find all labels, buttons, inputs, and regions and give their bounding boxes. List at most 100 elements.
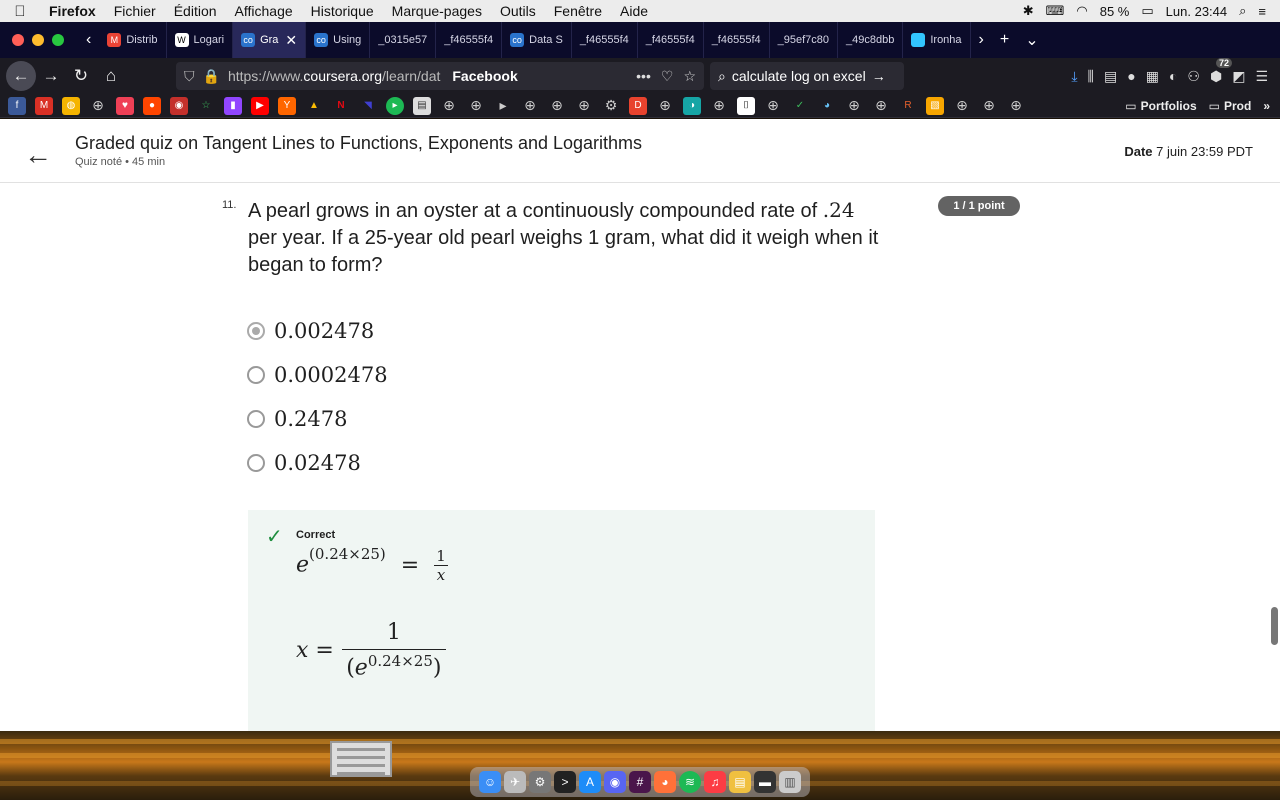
bookmark-star-green-icon[interactable]: ☆	[197, 97, 215, 115]
app-store-icon[interactable]: A	[579, 771, 601, 793]
bookmark-globe-icon[interactable]: ⊕	[467, 97, 485, 115]
ublock-icon[interactable]: ⬢ 72	[1210, 57, 1232, 85]
lock-icon[interactable]: 🔒	[203, 68, 220, 85]
browser-tab[interactable]: _95ef7c80	[770, 22, 839, 58]
bookmark-r-icon[interactable]: R	[899, 97, 917, 115]
system-preferences-icon[interactable]: ⚙	[529, 771, 551, 793]
bookmark-folder-portfolios[interactable]: ▭ Portfolios	[1125, 99, 1196, 113]
bookmark-globe-icon[interactable]: ⊕	[548, 97, 566, 115]
preview-icon[interactable]: ▤	[729, 771, 751, 793]
answer-option[interactable]: 0.02478	[247, 451, 361, 475]
keyboard-icon[interactable]: ⌨	[1046, 3, 1065, 19]
search-input[interactable]: calculate log on excel	[732, 68, 866, 84]
bookmark-teal-icon[interactable]: ◑	[683, 96, 701, 115]
bookmark-star-icon[interactable]: ☆	[683, 68, 696, 85]
minimized-window-thumbnail[interactable]	[330, 741, 392, 777]
menu-hamburger-icon[interactable]: ☰	[1255, 68, 1268, 85]
bookmark-gmail-icon[interactable]: M	[35, 96, 53, 115]
menu-edition[interactable]: Édition	[165, 3, 226, 19]
bookmark-leaf-icon[interactable]: ✓	[791, 97, 809, 115]
new-tab-button[interactable]: +	[992, 31, 1017, 49]
quiz-back-arrow-icon[interactable]: ←	[24, 139, 52, 171]
forward-button[interactable]: →	[36, 61, 66, 91]
menu-aide[interactable]: Aide	[611, 3, 657, 19]
extension-glasses-icon[interactable]: ⚇	[1187, 68, 1200, 85]
bookmark-facebook-icon[interactable]: f	[8, 96, 26, 115]
url-text[interactable]: https://www.coursera.org/learn/dat	[228, 68, 440, 84]
bookmark-bracket-icon[interactable]: ⌷	[737, 96, 755, 115]
extension-audio-icon[interactable]: ◐	[1169, 68, 1177, 84]
close-tab-icon[interactable]: ✕	[285, 32, 297, 49]
bookmark-youtube-icon[interactable]: ▶	[251, 96, 269, 115]
bookmark-doc-icon[interactable]: ▤	[413, 96, 431, 115]
tab-scroll-left-icon[interactable]: ‹	[78, 31, 99, 49]
search-bar[interactable]: ⌕ calculate log on excel →	[710, 62, 904, 90]
notification-center-icon[interactable]: ≡	[1258, 4, 1266, 19]
music-icon[interactable]: ♫	[704, 771, 726, 793]
browser-tab[interactable]: _f46555f4	[638, 22, 704, 58]
spotlight-search-icon[interactable]: ⌕	[1239, 3, 1246, 19]
radio-button[interactable]	[247, 410, 265, 428]
terminal-icon[interactable]: >	[554, 771, 576, 793]
briefcase-icon[interactable]: ▬	[754, 771, 776, 793]
bookmark-globe-icon[interactable]: ⊕	[710, 97, 728, 115]
library-icon[interactable]: ⫼	[1088, 68, 1094, 85]
browser-tab[interactable]: _f46555f4	[572, 22, 638, 58]
sidebar-icon[interactable]: ▤	[1104, 68, 1117, 85]
address-bar[interactable]: ⛉ 🔒 https://www.coursera.org/learn/dat F…	[176, 62, 704, 90]
menu-outils[interactable]: Outils	[491, 3, 545, 19]
bookmark-globe-icon[interactable]: ⊕	[575, 97, 593, 115]
bookmark-twitch-icon[interactable]: ▮	[224, 96, 242, 115]
apple-menu-icon[interactable]: 	[0, 3, 40, 20]
slack-icon[interactable]: #	[629, 771, 651, 793]
wifi-icon[interactable]: ◠	[1076, 3, 1087, 19]
pocket-icon[interactable]: ♡	[661, 68, 674, 85]
answer-option[interactable]: 0.002478	[247, 319, 374, 343]
bookmark-keep-icon[interactable]: ◍	[62, 96, 80, 115]
bookmark-steam-icon[interactable]: ◕	[818, 97, 836, 115]
home-button[interactable]: ⌂	[96, 61, 126, 91]
browser-tab[interactable]: W Logari	[167, 22, 234, 58]
browser-tab[interactable]: Ironha	[903, 22, 971, 58]
downloads-icon[interactable]: ⤓	[1071, 68, 1077, 85]
facebook-container-label[interactable]: Facebook	[452, 68, 517, 84]
tab-list-menu-icon[interactable]: ⌄	[1017, 30, 1046, 50]
menu-affichage[interactable]: Affichage	[226, 3, 302, 19]
search-go-icon[interactable]: →	[872, 68, 886, 84]
zoom-window-button[interactable]	[52, 34, 64, 46]
bookmark-globe-icon[interactable]: ⊕	[1007, 97, 1025, 115]
battery-percent[interactable]: 85 %	[1100, 4, 1130, 19]
back-button[interactable]: ←	[6, 61, 36, 91]
bookmark-globe-icon[interactable]: ⊕	[89, 97, 107, 115]
minimize-window-button[interactable]	[32, 34, 44, 46]
bookmark-triangle-icon[interactable]: ▸	[494, 97, 512, 115]
browser-tab[interactable]: _f46555f4	[704, 22, 770, 58]
bookmark-globe-icon[interactable]: ⊕	[953, 97, 971, 115]
bookmark-blue-icon[interactable]: ◥	[359, 97, 377, 115]
page-scrollbar[interactable]	[1271, 607, 1278, 645]
extension-arrow-icon[interactable]: ◩	[1232, 68, 1245, 85]
menu-app-firefox[interactable]: Firefox	[40, 3, 105, 19]
bookmark-globe-icon[interactable]: ⊕	[845, 97, 863, 115]
discord-icon[interactable]: ◉	[604, 771, 626, 793]
bookmarks-overflow-icon[interactable]: »	[1263, 99, 1270, 113]
bookmark-globe-icon[interactable]: ⊕	[440, 97, 458, 115]
browser-tab[interactable]: co Data S	[502, 22, 572, 58]
bookmark-globe-icon[interactable]: ⊕	[872, 97, 890, 115]
browser-tab[interactable]: _0315e57	[370, 22, 437, 58]
browser-tab[interactable]: _49c8dbb	[838, 22, 904, 58]
bookmark-netflix-icon[interactable]: N	[332, 97, 350, 115]
bookmark-drive-icon[interactable]: ▲	[305, 97, 323, 115]
reload-button[interactable]: ↻	[66, 61, 96, 91]
bookmark-globe-icon[interactable]: ⊕	[656, 97, 674, 115]
menu-historique[interactable]: Historique	[302, 3, 383, 19]
menu-clock[interactable]: Lun. 23:44	[1166, 4, 1227, 19]
bookmark-orange-icon[interactable]: ▧	[926, 96, 944, 115]
tracking-shield-icon[interactable]: ⛉	[184, 68, 195, 85]
bookmark-play-icon[interactable]: ▸	[386, 96, 404, 115]
bookmark-music-icon[interactable]: ◉	[170, 96, 188, 115]
close-window-button[interactable]	[12, 34, 24, 46]
bookmark-globe-icon[interactable]: ⊕	[521, 97, 539, 115]
tab-scroll-right-icon[interactable]: ›	[971, 31, 992, 49]
answer-option[interactable]: 0.0002478	[247, 363, 388, 387]
